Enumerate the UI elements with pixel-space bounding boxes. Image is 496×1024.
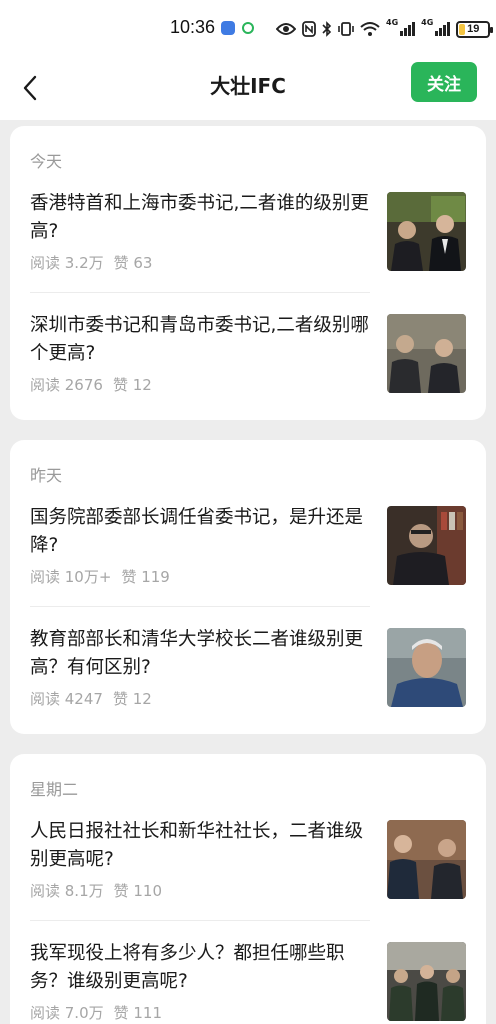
- article-item[interactable]: 教育部部长和清华大学校长二者谁级别更高？有何区别? 阅读 4247 赞 12: [30, 626, 486, 732]
- section-date: 昨天: [30, 466, 63, 485]
- article-item[interactable]: 深圳市委书记和青岛市委书记,二者级别哪个更高? 阅读 2676 赞 12: [30, 312, 486, 418]
- article-item[interactable]: 我军现役上将有多少人？都担任哪些职务？谁级别更高呢? 阅读 7.0万赞 111: [30, 940, 486, 1024]
- article-title: 我军现役上将有多少人？都担任哪些职务？谁级别更高呢?: [30, 943, 345, 992]
- read-count: 阅读 10万+: [30, 568, 112, 586]
- section-card: 昨天 国务院部委部长调任省委书记，是升还是降? 阅读 10万+ 赞 119 教育部…: [10, 440, 486, 734]
- article-divider: [30, 292, 370, 293]
- photo-official-bookshelf-icon: [387, 506, 466, 585]
- article-meta: 阅读 2676 赞 12: [30, 374, 152, 395]
- nfc-icon: [302, 21, 316, 37]
- vibrate-icon: [338, 22, 354, 36]
- bluetooth-icon: [322, 21, 332, 37]
- like-count: 赞 110: [113, 882, 163, 900]
- section-date: 星期二: [30, 780, 79, 799]
- network-type-1: 4G: [386, 18, 399, 27]
- like-count: 赞 119: [121, 568, 170, 586]
- photo-two-officials-office-icon: [387, 192, 466, 271]
- article-item[interactable]: 人民日报社社长和新华社社长，二者谁级别更高呢? 阅读 8.1万赞 110: [30, 818, 486, 924]
- recycle-notification-icon: [242, 22, 254, 34]
- signal-2-icon: 4G: [421, 18, 451, 36]
- eye-icon: [276, 23, 296, 35]
- app-notification-icon: [221, 21, 235, 35]
- article-title: 国务院部委部长调任省委书记，是升还是降?: [30, 507, 364, 556]
- follow-button[interactable]: 关注: [411, 62, 477, 102]
- read-count: 阅读 3.2万: [30, 254, 104, 272]
- like-count: 赞 12: [112, 376, 152, 394]
- read-count: 阅读 2676: [30, 376, 103, 394]
- article-meta: 阅读 8.1万赞 110: [30, 880, 162, 901]
- battery-icon: 19: [456, 20, 494, 38]
- article-title: 教育部部长和清华大学校长二者谁级别更高？有何区别?: [30, 629, 364, 678]
- article-meta: 阅读 10万+ 赞 119: [30, 566, 170, 587]
- battery-level: 19: [467, 23, 480, 35]
- photo-two-men-suits-icon: [387, 820, 466, 899]
- article-thumbnail: [387, 506, 466, 585]
- article-divider: [30, 606, 370, 607]
- section-date: 今天: [30, 152, 63, 171]
- article-thumbnail: [387, 820, 466, 899]
- article-meta: 阅读 7.0万赞 111: [30, 1002, 162, 1023]
- article-thumbnail: [387, 942, 466, 1021]
- network-type-2: 4G: [421, 18, 434, 27]
- like-count: 赞 63: [113, 254, 153, 272]
- signal-1-icon: 4G: [386, 18, 416, 36]
- photo-generals-table-icon: [387, 942, 466, 1021]
- status-time: 10:36: [170, 17, 216, 37]
- photo-elderly-man-icon: [387, 628, 466, 707]
- read-count: 阅读 8.1万: [30, 882, 104, 900]
- article-item[interactable]: 香港特首和上海市委书记,二者谁的级别更高? 阅读 3.2万赞 63: [30, 190, 486, 296]
- read-count: 阅读 4247: [30, 690, 103, 708]
- status-icons: 4G 4G 19: [276, 18, 494, 40]
- article-divider: [30, 920, 370, 921]
- like-count: 赞 111: [113, 1004, 163, 1022]
- article-title: 人民日报社社长和新华社社长，二者谁级别更高呢?: [30, 821, 364, 870]
- status-bar: 10:36 4G 4G 19: [0, 0, 496, 56]
- article-item[interactable]: 国务院部委部长调任省委书记，是升还是降? 阅读 10万+ 赞 119: [30, 504, 486, 610]
- section-card: 今天 香港特首和上海市委书记,二者谁的级别更高? 阅读 3.2万赞 63 深圳市…: [10, 126, 486, 420]
- article-title: 香港特首和上海市委书记,二者谁的级别更高?: [30, 193, 369, 242]
- read-count: 阅读 7.0万: [30, 1004, 104, 1022]
- article-meta: 阅读 4247 赞 12: [30, 688, 152, 709]
- article-thumbnail: [387, 192, 466, 271]
- like-count: 赞 12: [112, 690, 152, 708]
- section-card: 星期二 人民日报社社长和新华社社长，二者谁级别更高呢? 阅读 8.1万赞 110…: [10, 754, 486, 1024]
- photo-two-officials-meeting-icon: [387, 314, 466, 393]
- article-meta: 阅读 3.2万赞 63: [30, 252, 152, 273]
- article-title: 深圳市委书记和青岛市委书记,二者级别哪个更高?: [30, 315, 369, 364]
- battery-fill: [459, 23, 465, 35]
- wifi-icon: [360, 22, 380, 36]
- nav-bar: 大壮IFC 关注: [0, 56, 496, 120]
- article-thumbnail: [387, 628, 466, 707]
- article-thumbnail: [387, 314, 466, 393]
